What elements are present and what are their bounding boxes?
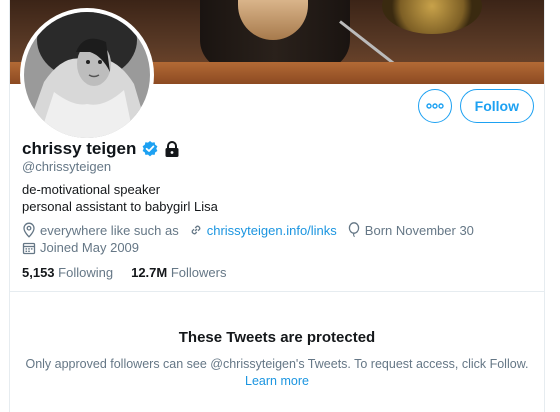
balloon-icon <box>348 222 360 238</box>
followers-count: 12.7M <box>131 265 168 280</box>
avatar[interactable] <box>20 8 154 142</box>
profile-bio: de-motivational speaker personal assista… <box>22 181 218 215</box>
learn-more-link[interactable]: Learn more <box>10 373 544 390</box>
following-label: Following <box>58 265 114 280</box>
follow-button[interactable]: Follow <box>459 89 534 123</box>
calendar-icon <box>22 242 36 254</box>
joined-text: Joined May 2009 <box>40 240 140 255</box>
avatar-photo <box>24 12 150 138</box>
following-count-link[interactable]: 5,153 Following <box>22 265 113 280</box>
section-divider <box>10 291 544 292</box>
location-text: everywhere like such as <box>40 222 179 238</box>
location-pin-icon <box>23 222 35 238</box>
location-item: everywhere like such as <box>22 222 179 238</box>
protected-message: Only approved followers can see @chrissy… <box>25 357 529 371</box>
profile-name-row: chrissy teigen <box>22 139 180 159</box>
profile-name: chrissy teigen <box>22 139 137 158</box>
protected-title: These Tweets are protected <box>178 329 376 346</box>
followers-label: Followers <box>170 265 227 280</box>
verified-badge-icon <box>142 141 158 157</box>
link-icon <box>191 225 201 235</box>
website-link[interactable]: chrissyteigen.info/links <box>207 223 337 238</box>
birthday-item: Born November 30 <box>347 222 474 238</box>
following-count: 5,153 <box>22 265 55 280</box>
profile-panel: Follow chrissy teigen @chrissyteigen de-… <box>9 0 545 412</box>
followers-count-link[interactable]: 12.7M Followers <box>131 265 226 280</box>
bio-line: personal assistant to babygirl Lisa <box>22 199 218 214</box>
birthday-text: Born November 30 <box>364 222 474 238</box>
protected-message-block: Only approved followers can see @chrissy… <box>10 356 544 390</box>
lock-icon <box>165 140 179 157</box>
profile-handle: @chrissyteigen <box>22 159 112 174</box>
more-button[interactable] <box>417 89 452 123</box>
more-dots-icon <box>425 103 444 109</box>
banner-seal <box>382 0 482 34</box>
website-item: chrissyteigen.info/links <box>189 223 337 238</box>
bio-line: de-motivational speaker <box>22 182 161 197</box>
profile-meta: everywhere like such as chrissyteigen.in… <box>22 222 484 238</box>
joined-item: Joined May 2009 <box>22 240 139 255</box>
profile-actions: Follow <box>417 89 534 123</box>
follow-counts: 5,153 Following 12.7M Followers <box>22 265 226 280</box>
